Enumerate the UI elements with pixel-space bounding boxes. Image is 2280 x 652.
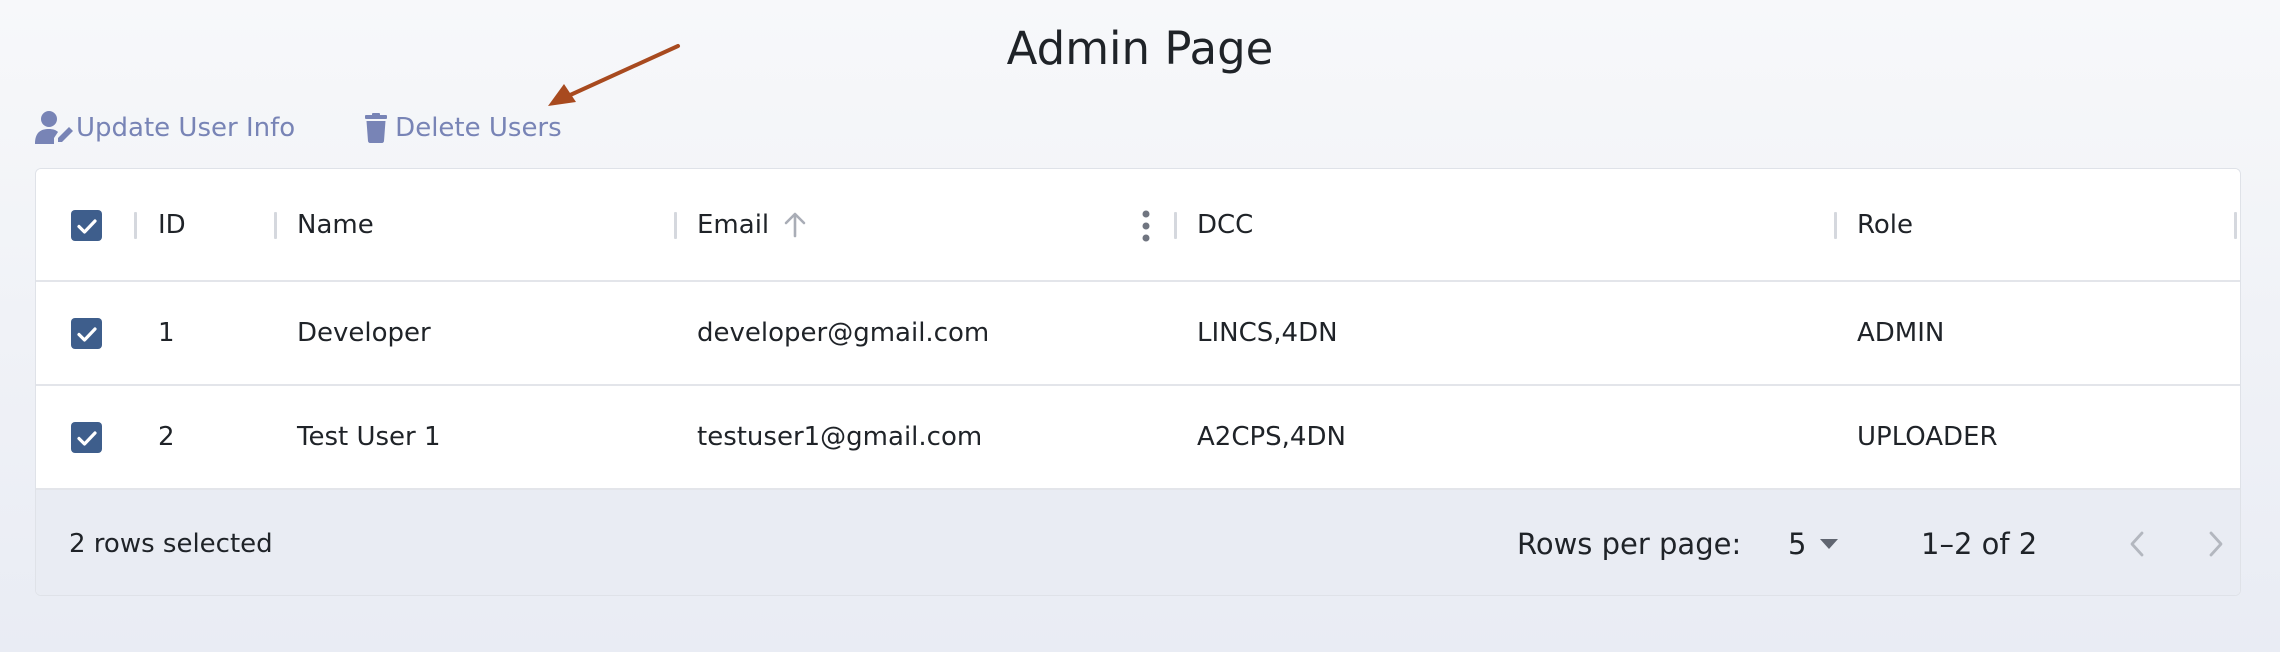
column-separator[interactable] <box>274 212 277 239</box>
selected-rows-count: 2 rows selected <box>69 528 273 559</box>
cell-name: Developer <box>297 318 431 348</box>
update-user-info-button[interactable]: Update User Info <box>34 108 295 148</box>
cell-name: Test User 1 <box>297 422 441 452</box>
column-separator[interactable] <box>674 212 677 239</box>
checkbox-checked-icon <box>76 218 97 234</box>
cell-email: developer@gmail.com <box>697 318 990 348</box>
cell-dcc: A2CPS,4DN <box>1197 422 1346 452</box>
column-menu-icon[interactable] <box>1139 209 1153 243</box>
row-checkbox[interactable] <box>71 318 102 349</box>
rows-per-page-label: Rows per page: <box>1517 526 1742 561</box>
column-separator[interactable] <box>2234 212 2237 239</box>
column-separator[interactable] <box>1834 212 1837 239</box>
dropdown-arrow-icon <box>1820 538 1839 549</box>
cell-dcc: LINCS,4DN <box>1197 318 1338 348</box>
page-title: Admin Page <box>1006 22 1274 75</box>
rows-per-page-select[interactable]: 5 <box>1788 490 1839 595</box>
chevron-left-icon <box>2130 531 2144 557</box>
trash-icon <box>365 113 388 143</box>
toolbar: Update User Info Delete Users <box>34 108 562 148</box>
cell-id: 1 <box>158 318 175 348</box>
chevron-right-icon <box>2209 531 2223 557</box>
sort-arrow-up-icon[interactable] <box>783 212 807 238</box>
rows-per-page-value: 5 <box>1788 526 1807 561</box>
table-row[interactable]: 2 Test User 1 testuser1@gmail.com A2CPS,… <box>36 386 2240 490</box>
column-header-name[interactable]: Name <box>297 169 374 280</box>
checkbox-checked-icon <box>76 430 97 446</box>
cell-role: UPLOADER <box>1857 422 1998 452</box>
table-footer: 2 rows selected Rows per page: 5 1–2 of … <box>36 490 2240 595</box>
annotation-arrow <box>548 44 680 106</box>
cell-id: 2 <box>158 422 175 452</box>
column-header-id[interactable]: ID <box>158 169 186 280</box>
checkbox-checked-icon <box>76 326 97 342</box>
column-header-dcc[interactable]: DCC <box>1197 169 1253 280</box>
cell-email: testuser1@gmail.com <box>697 422 983 452</box>
pagination-range: 1–2 of 2 <box>1921 526 2038 561</box>
table-header-row: ID Name Email DCC Role <box>36 169 2240 282</box>
previous-page-button[interactable] <box>2119 526 2155 562</box>
users-table: ID Name Email DCC Role 1 Developer devel… <box>35 168 2241 596</box>
table-row[interactable]: 1 Developer developer@gmail.com LINCS,4D… <box>36 282 2240 386</box>
column-header-role[interactable]: Role <box>1857 169 1913 280</box>
user-edit-icon <box>35 111 73 144</box>
column-header-email[interactable]: Email <box>697 169 807 280</box>
column-header-email-label: Email <box>697 209 770 240</box>
row-checkbox[interactable] <box>71 422 102 453</box>
select-all-checkbox[interactable] <box>71 210 102 241</box>
delete-users-button[interactable]: Delete Users <box>365 108 562 148</box>
next-page-button[interactable] <box>2198 526 2234 562</box>
column-separator[interactable] <box>134 212 137 239</box>
delete-users-label: Delete Users <box>395 113 562 143</box>
column-separator[interactable] <box>1174 212 1177 239</box>
cell-role: ADMIN <box>1857 318 1945 348</box>
update-user-info-label: Update User Info <box>76 113 296 143</box>
